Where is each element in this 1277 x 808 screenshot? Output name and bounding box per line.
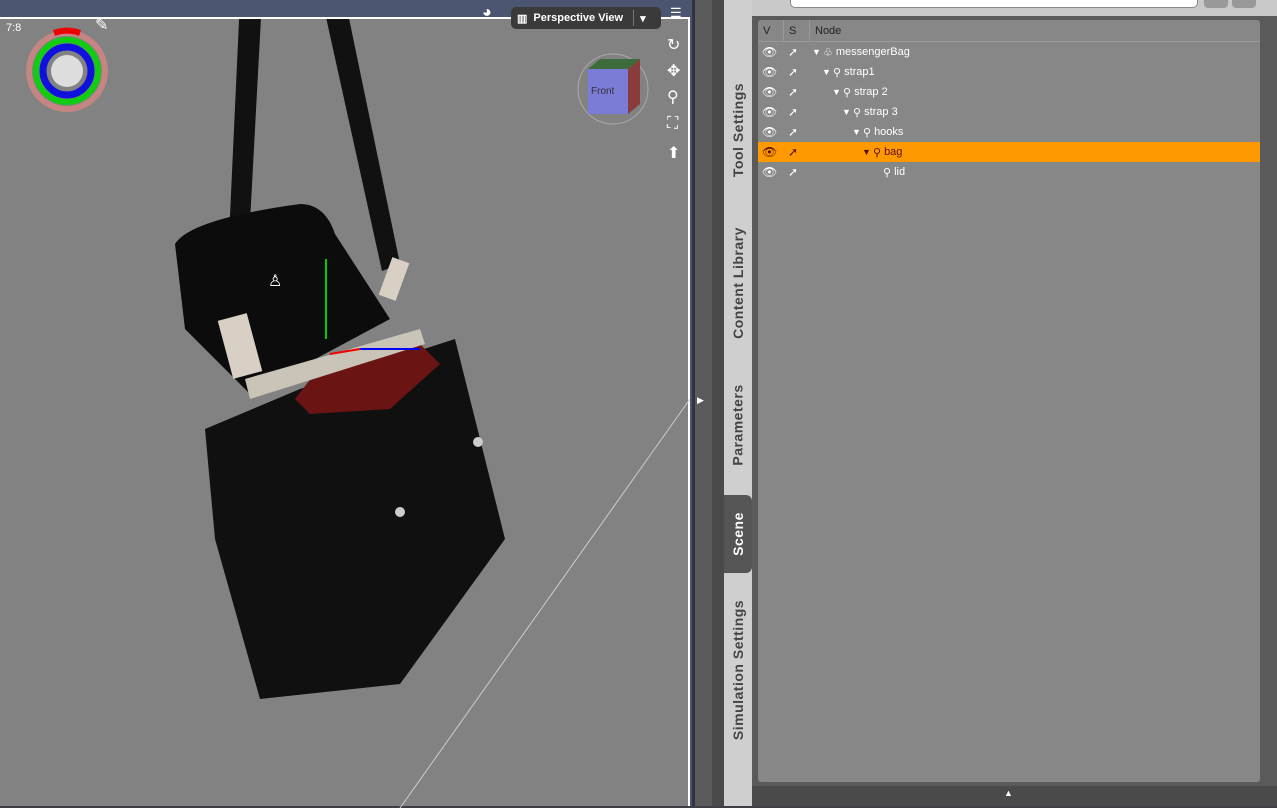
node-label: messengerBag [835, 46, 910, 58]
column-visible[interactable]: V [758, 20, 784, 41]
side-tabs: Tool Settings Content Library Parameters… [712, 0, 752, 806]
select-arrow-icon[interactable]: ➚ [788, 145, 798, 159]
scene-render[interactable] [0, 19, 690, 808]
eye-icon[interactable]: 👁 [762, 165, 777, 179]
reset-view-icon[interactable]: ⬆ [667, 143, 680, 163]
select-arrow-icon[interactable]: ➚ [788, 45, 798, 59]
column-node[interactable]: Node [810, 20, 841, 41]
node-label: strap 3 [864, 106, 898, 118]
eye-icon[interactable]: 👁 [762, 125, 777, 139]
select-arrow-icon[interactable]: ➚ [788, 105, 798, 119]
tab-scene[interactable]: Scene [724, 495, 752, 573]
bone-icon: ⚲ [843, 86, 852, 99]
tree-row[interactable]: 👁 ➚ ▼ ⚲ strap 3 [758, 102, 1260, 122]
node-label: hooks [874, 126, 904, 138]
bone-icon: ⚲ [853, 106, 862, 119]
select-arrow-icon[interactable]: ➚ [788, 85, 798, 99]
node-label: strap1 [844, 66, 875, 78]
eye-icon[interactable]: 👁 [762, 65, 777, 79]
search-input[interactable] [790, 0, 1198, 8]
select-arrow-icon[interactable]: ➚ [788, 165, 798, 179]
orbit-icon[interactable]: ↻ [667, 35, 680, 55]
render-sphere-icon[interactable]: ◕ [482, 4, 492, 22]
panel-splitter[interactable]: ▶ [692, 0, 712, 806]
node-label: lid [894, 166, 906, 178]
expand-triangle-icon[interactable]: ▼ [832, 87, 841, 97]
zoom-icon[interactable]: ⚲ [667, 87, 679, 107]
bone-icon: ⚲ [833, 66, 842, 79]
node-label: bag [884, 146, 903, 158]
eye-icon[interactable]: 👁 [762, 105, 777, 119]
tab-tool-settings[interactable]: Tool Settings [724, 70, 752, 190]
eye-icon[interactable]: 👁 [762, 145, 777, 159]
scene-tree[interactable]: V S Node 👁 ➚ ▼ ♧ messengerBag 👁 ➚ ▼ ⚲ str… [758, 20, 1260, 782]
panel-footer: ▲ [752, 786, 1277, 806]
viewport-panel: 7:8 Front ✎ ♙ ↻ ✥ ⚲ ⛶ ⬆ ◕ ▥ Perspective … [0, 0, 692, 808]
expand-triangle-icon[interactable]: ▼ [862, 147, 871, 157]
tab-content-library[interactable]: Content Library [724, 210, 752, 355]
panel-button[interactable] [1232, 0, 1256, 8]
expand-arrow-icon[interactable]: ▲ [1004, 788, 1013, 798]
eye-icon[interactable]: 👁 [762, 85, 777, 99]
column-selectable[interactable]: S [784, 20, 810, 41]
view-selector[interactable]: ▥ Perspective View ▾ [511, 7, 661, 29]
figure-node-icon: ♧ [823, 46, 833, 59]
pin-icon[interactable]: ✎ [95, 15, 108, 35]
expand-triangle-icon[interactable]: ▼ [842, 107, 851, 117]
menu-icon[interactable]: ☰ [670, 5, 682, 21]
pan-icon[interactable]: ✥ [667, 61, 680, 81]
tree-row[interactable]: 👁 ➚ ▼ ⚲ hooks [758, 122, 1260, 142]
tab-parameters[interactable]: Parameters [724, 370, 752, 480]
bone-icon: ⚲ [883, 166, 892, 179]
select-arrow-icon[interactable]: ➚ [788, 65, 798, 79]
collapse-arrow-icon[interactable]: ▶ [697, 395, 704, 406]
scene-panel: V S Node 👁 ➚ ▼ ♧ messengerBag 👁 ➚ ▼ ⚲ str… [752, 0, 1277, 806]
layout-icon: ▥ [517, 12, 528, 25]
node-label: strap 2 [854, 86, 888, 98]
tree-row[interactable]: 👁 ➚ ▼ ♧ messengerBag [758, 42, 1260, 62]
frame-icon[interactable]: ⛶ [667, 115, 678, 133]
select-arrow-icon[interactable]: ➚ [788, 125, 798, 139]
viewport-overlay-text: 7:8 [6, 22, 22, 34]
eye-icon[interactable]: 👁 [762, 45, 777, 59]
expand-triangle-icon[interactable]: ▼ [822, 67, 831, 77]
tab-simulation-settings[interactable]: Simulation Settings [724, 585, 752, 755]
chevron-down-icon[interactable]: ▾ [640, 12, 646, 25]
tree-row[interactable]: 👁 ➚ ⚲ lid [758, 162, 1260, 182]
tree-row[interactable]: 👁 ➚ ▼ ⚲ bag [758, 142, 1260, 162]
tree-row[interactable]: 👁 ➚ ▼ ⚲ strap1 [758, 62, 1260, 82]
panel-button[interactable] [1204, 0, 1228, 8]
expand-triangle-icon[interactable]: ▼ [812, 47, 821, 57]
figure-icon[interactable]: ♙ [268, 271, 282, 291]
3d-viewport[interactable]: 7:8 Front ✎ ♙ ↻ ✥ ⚲ ⛶ ⬆ [0, 15, 690, 808]
view-title: Perspective View [533, 12, 624, 24]
bone-icon: ⚲ [873, 146, 882, 159]
view-cube-label: Front [591, 86, 615, 97]
tree-row[interactable]: 👁 ➚ ▼ ⚲ strap 2 [758, 82, 1260, 102]
expand-triangle-icon[interactable]: ▼ [852, 127, 861, 137]
bone-icon: ⚲ [863, 126, 872, 139]
